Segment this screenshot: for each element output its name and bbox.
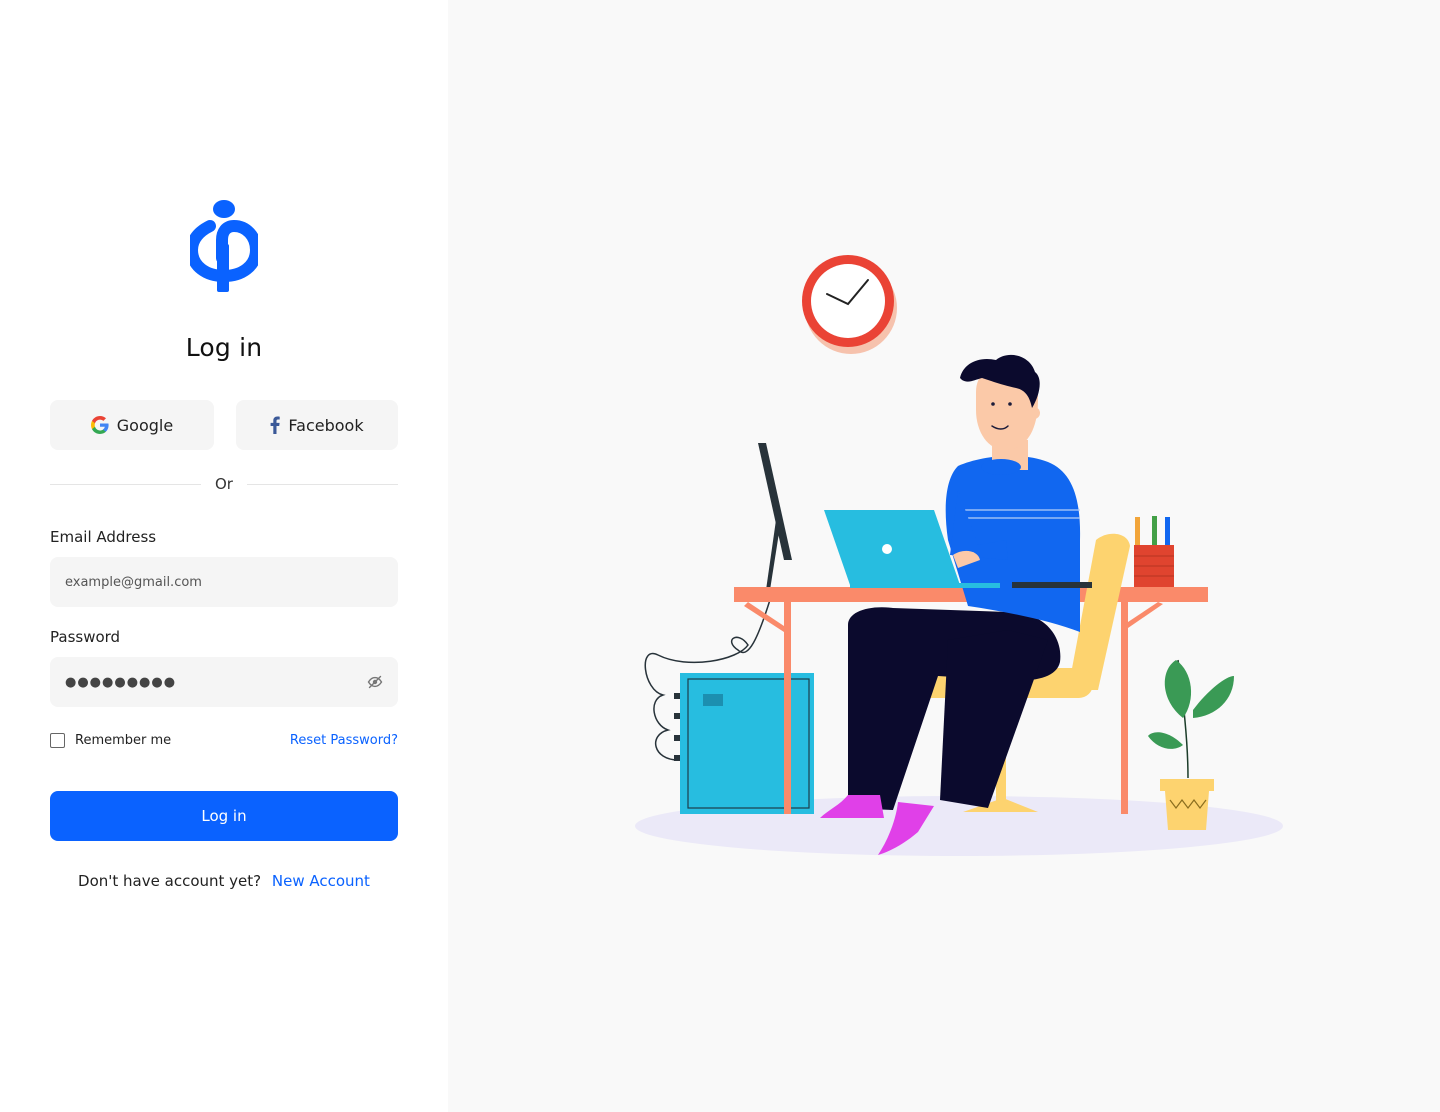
new-account-link[interactable]: New Account (272, 872, 370, 890)
clock-icon (802, 255, 897, 354)
remember-checkbox[interactable] (50, 733, 65, 748)
password-label: Password (50, 628, 121, 646)
eye-off-icon[interactable] (367, 674, 383, 690)
google-icon (90, 416, 109, 434)
remember-label: Remember me (75, 733, 172, 748)
password-input[interactable]: ●●●●●●●●● (65, 675, 367, 690)
page-title: Log in (185, 333, 263, 362)
facebook-login-button[interactable]: Facebook (236, 400, 398, 450)
login-button[interactable]: Log in (50, 791, 398, 841)
person (820, 354, 1081, 855)
login-panel: Log in Google Facebook Or Email Address … (0, 0, 448, 1112)
facebook-label: Facebook (288, 415, 364, 435)
divider-or: Or (215, 475, 233, 493)
computer-tower (674, 673, 814, 814)
brand-logo (190, 200, 258, 292)
signup-prompt: Don't have account yet? New Account (0, 872, 448, 890)
illustration-panel (448, 0, 1440, 1112)
signup-text: Don't have account yet? (78, 872, 262, 890)
divider-right (247, 484, 398, 485)
google-label: Google (116, 415, 174, 435)
email-input[interactable] (65, 574, 383, 590)
office-illustration (635, 255, 1283, 856)
reset-password-link[interactable]: Reset Password? (290, 733, 398, 748)
divider-left (50, 484, 201, 485)
google-login-button[interactable]: Google (50, 400, 214, 450)
email-field-container (50, 557, 398, 607)
email-label: Email Address (50, 528, 157, 546)
remember-me[interactable]: Remember me (50, 733, 171, 748)
pencil-cup-icon (1134, 516, 1174, 587)
facebook-icon (271, 416, 281, 434)
login-page: Log in Google Facebook Or Email Address … (0, 0, 1440, 1112)
password-field-container: ●●●●●●●●● (50, 657, 398, 707)
